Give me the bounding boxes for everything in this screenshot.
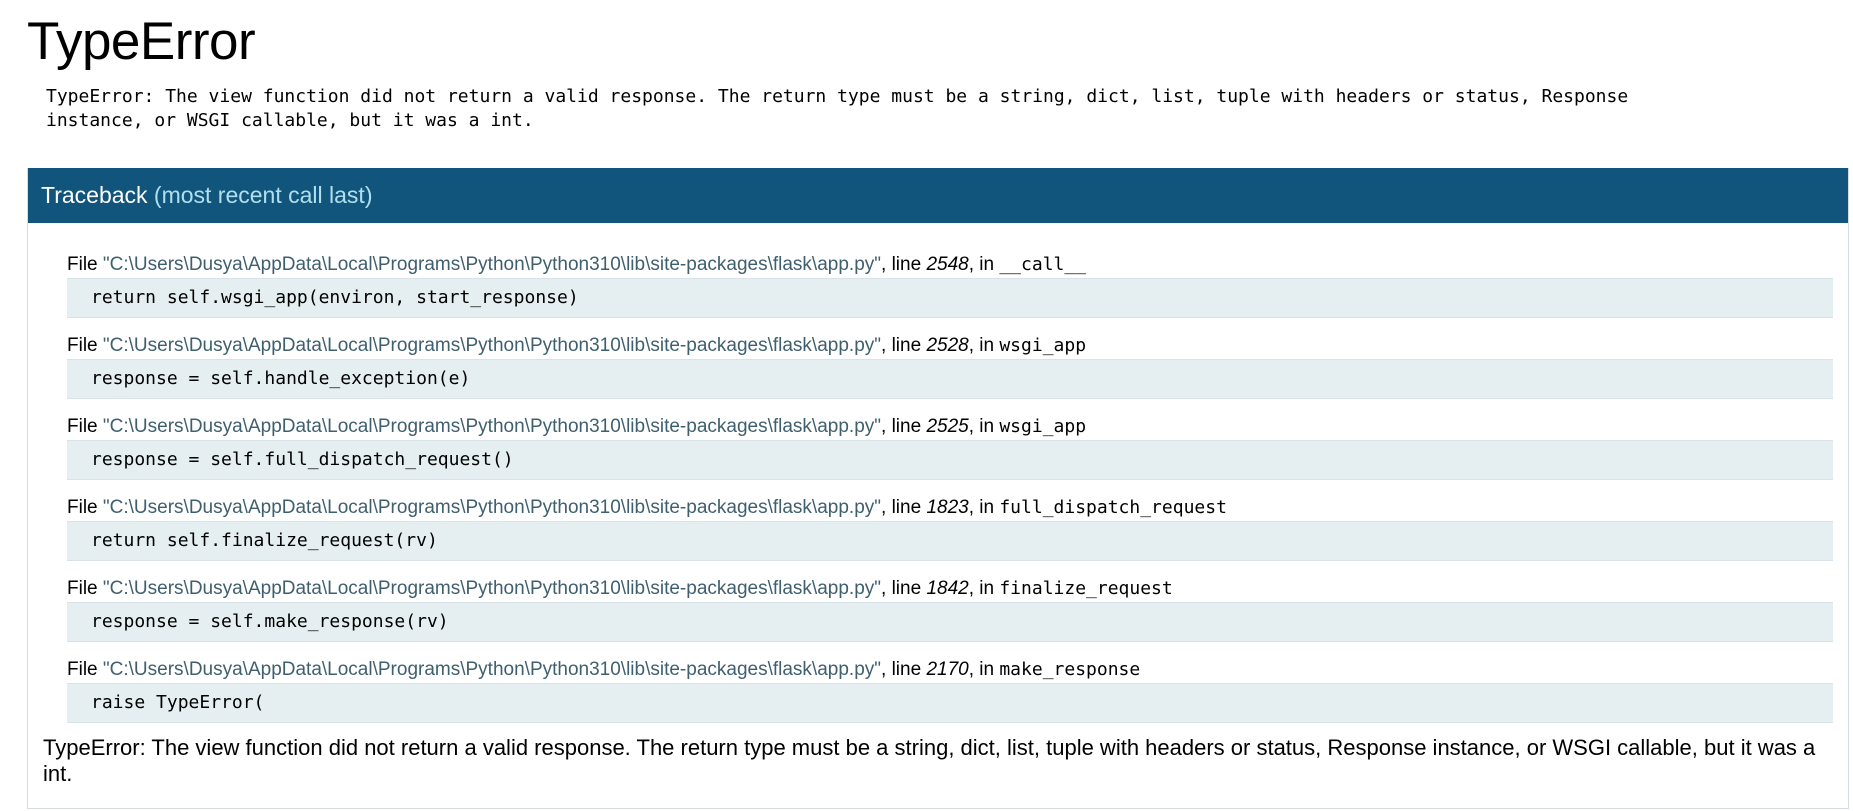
frame-lineno: 1823 (926, 497, 969, 518)
traceback-header[interactable]: Traceback (most recent call last) (28, 168, 1848, 223)
frame-code[interactable]: raise TypeError( (67, 683, 1833, 723)
frame-filename: "C:\Users\Dusya\AppData\Local\Programs\P… (102, 416, 882, 437)
traceback-frame: File "C:\Users\Dusya\AppData\Local\Progr… (67, 658, 1833, 723)
frame-function: make_response (999, 659, 1141, 680)
debugger-page: TypeError TypeError: The view function d… (27, 0, 1850, 809)
frame-lineno: 2528 (926, 335, 969, 356)
frame-lineno: 1842 (926, 578, 969, 599)
frame-location: File "C:\Users\Dusya\AppData\Local\Progr… (67, 415, 1833, 439)
traceback-heading-sub: (most recent call last) (153, 182, 373, 208)
line-label: , line (881, 416, 927, 437)
line-label: , line (881, 335, 927, 356)
frame-function: wsgi_app (999, 335, 1087, 356)
frame-lineno: 2548 (926, 254, 969, 275)
frame-location: File "C:\Users\Dusya\AppData\Local\Progr… (67, 253, 1833, 277)
frame-code[interactable]: return self.finalize_request(rv) (67, 521, 1833, 561)
frame-function: wsgi_app (999, 416, 1087, 437)
traceback-frame: File "C:\Users\Dusya\AppData\Local\Progr… (67, 253, 1833, 318)
final-error-message: TypeError: The view function did not ret… (43, 735, 1816, 786)
traceback-frame: File "C:\Users\Dusya\AppData\Local\Progr… (67, 334, 1833, 399)
frame-location: File "C:\Users\Dusya\AppData\Local\Progr… (67, 496, 1833, 520)
frame-filename: "C:\Users\Dusya\AppData\Local\Programs\P… (102, 335, 882, 356)
traceback-frame: File "C:\Users\Dusya\AppData\Local\Progr… (67, 496, 1833, 561)
file-label: File (67, 497, 103, 518)
frame-function: __call__ (999, 254, 1087, 275)
frame-list: File "C:\Users\Dusya\AppData\Local\Progr… (28, 223, 1848, 723)
frame-filename: "C:\Users\Dusya\AppData\Local\Programs\P… (102, 578, 882, 599)
frame-lineno: 2525 (926, 416, 969, 437)
frame-code[interactable]: return self.wsgi_app(environ, start_resp… (67, 278, 1833, 318)
page-title: TypeError (27, 12, 256, 71)
file-label: File (67, 659, 103, 680)
in-label: , in (968, 497, 1000, 518)
in-label: , in (968, 335, 1000, 356)
file-label: File (67, 254, 103, 275)
line-label: , line (881, 578, 927, 599)
frame-filename: "C:\Users\Dusya\AppData\Local\Programs\P… (102, 497, 882, 518)
frame-location: File "C:\Users\Dusya\AppData\Local\Progr… (67, 334, 1833, 358)
traceback-panel: Traceback (most recent call last) File "… (27, 168, 1849, 809)
frame-lineno: 2170 (926, 659, 969, 680)
frame-filename: "C:\Users\Dusya\AppData\Local\Programs\P… (102, 254, 882, 275)
file-label: File (67, 335, 103, 356)
traceback-frame: File "C:\Users\Dusya\AppData\Local\Progr… (67, 577, 1833, 642)
frame-code[interactable]: response = self.full_dispatch_request() (67, 440, 1833, 480)
line-label: , line (881, 497, 927, 518)
frame-code[interactable]: response = self.make_response(rv) (67, 602, 1833, 642)
file-label: File (67, 416, 103, 437)
traceback-frame: File "C:\Users\Dusya\AppData\Local\Progr… (67, 415, 1833, 480)
line-label: , line (881, 659, 927, 680)
frame-function: full_dispatch_request (999, 497, 1227, 518)
in-label: , in (968, 578, 1000, 599)
frame-function: finalize_request (999, 578, 1173, 599)
in-label: , in (968, 254, 1000, 275)
frame-location: File "C:\Users\Dusya\AppData\Local\Progr… (67, 577, 1833, 601)
frame-filename: "C:\Users\Dusya\AppData\Local\Programs\P… (102, 659, 882, 680)
traceback-heading: Traceback (41, 182, 148, 208)
frame-location: File "C:\Users\Dusya\AppData\Local\Progr… (67, 658, 1833, 682)
error-message: TypeError: The view function did not ret… (46, 86, 1629, 131)
in-label: , in (968, 416, 1000, 437)
file-label: File (67, 578, 103, 599)
line-label: , line (881, 254, 927, 275)
in-label: , in (968, 659, 1000, 680)
frame-code[interactable]: response = self.handle_exception(e) (67, 359, 1833, 399)
